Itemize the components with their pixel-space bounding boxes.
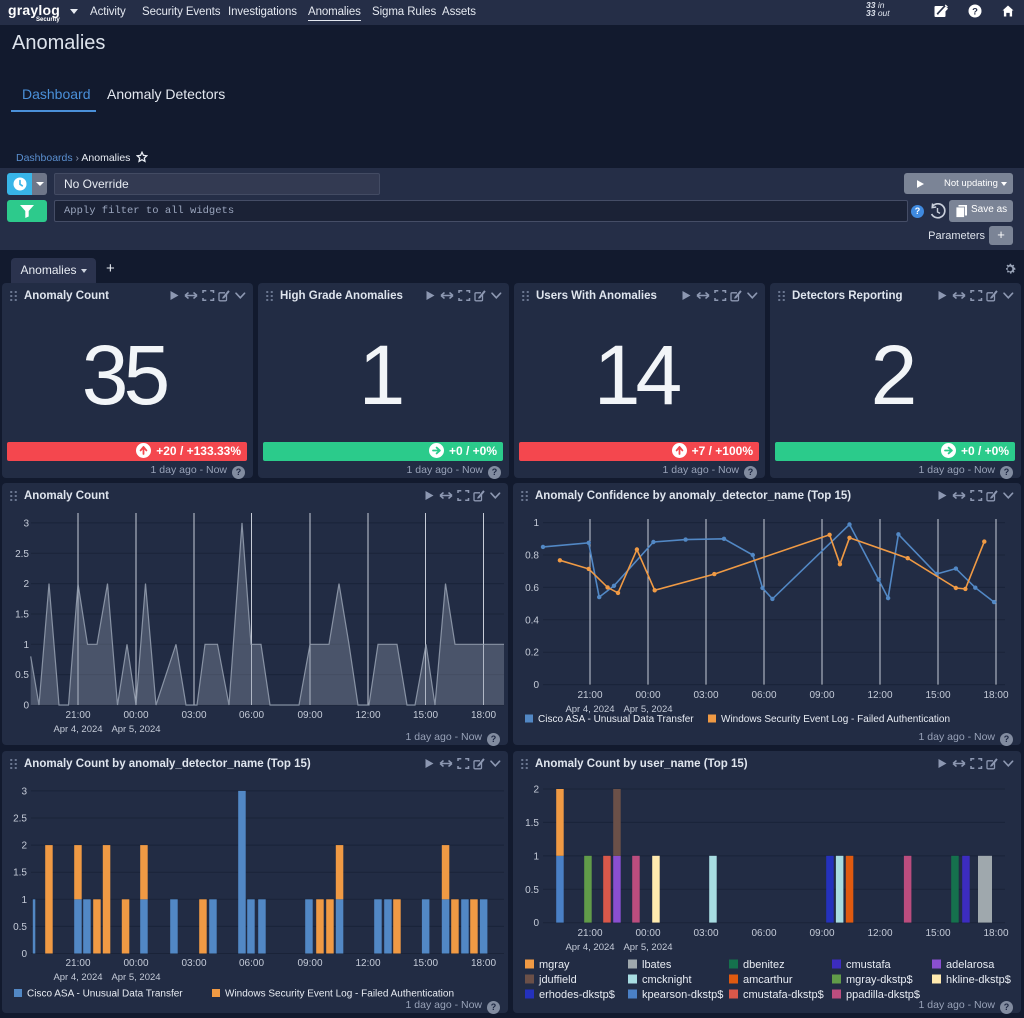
svg-text:00:00: 00:00	[635, 690, 660, 701]
svg-text:lbates: lbates	[642, 959, 672, 971]
svg-text:Cisco ASA - Unusual Data Trans: Cisco ASA - Unusual Data Transfer	[27, 989, 183, 1000]
svg-text:03:00: 03:00	[181, 710, 206, 721]
svg-text:12:00: 12:00	[867, 928, 892, 939]
svg-text:1.5: 1.5	[15, 609, 29, 620]
svg-text:2.5: 2.5	[13, 814, 27, 825]
svg-text:Apr 4, 2024: Apr 4, 2024	[565, 942, 614, 953]
svg-text:21:00: 21:00	[577, 928, 602, 939]
svg-text:?: ?	[972, 7, 978, 18]
svg-text:kpearson-dkstp$: kpearson-dkstp$	[642, 989, 723, 1001]
svg-text:erhodes-dkstp$: erhodes-dkstp$	[539, 989, 615, 1001]
svg-text:cmcknight: cmcknight	[642, 974, 692, 986]
svg-text:0: 0	[533, 680, 539, 691]
svg-text:00:00: 00:00	[123, 958, 148, 969]
svg-text:hkline-dkstp$: hkline-dkstp$	[946, 974, 1011, 986]
svg-text:21:00: 21:00	[577, 690, 602, 701]
svg-text:mgray-dkstp$: mgray-dkstp$	[846, 974, 913, 986]
svg-text:18:00: 18:00	[471, 710, 496, 721]
svg-text:mgray: mgray	[539, 959, 570, 971]
svg-text:3: 3	[21, 786, 27, 797]
svg-text:21:00: 21:00	[65, 958, 90, 969]
svg-text:jduffield: jduffield	[538, 974, 577, 986]
svg-text:Apr 5, 2024: Apr 5, 2024	[111, 972, 160, 983]
svg-text:Windows Security Event Log - F: Windows Security Event Log - Failed Auth…	[721, 714, 950, 725]
svg-text:Apr 5, 2024: Apr 5, 2024	[111, 724, 160, 735]
svg-text:0.6: 0.6	[525, 583, 539, 594]
svg-text:Apr 4, 2024: Apr 4, 2024	[53, 724, 102, 735]
svg-text:0: 0	[23, 701, 29, 712]
svg-text:06:00: 06:00	[751, 690, 776, 701]
svg-text:06:00: 06:00	[751, 928, 776, 939]
svg-text:cmustafa: cmustafa	[846, 959, 892, 971]
svg-text:2.5: 2.5	[15, 549, 29, 560]
svg-text:1.5: 1.5	[525, 818, 539, 829]
svg-text:00:00: 00:00	[635, 928, 660, 939]
svg-text:09:00: 09:00	[809, 928, 834, 939]
svg-text:2: 2	[23, 579, 29, 590]
svg-text:Cisco ASA - Unusual Data Trans: Cisco ASA - Unusual Data Transfer	[538, 714, 694, 725]
svg-text:09:00: 09:00	[297, 958, 322, 969]
svg-text:06:00: 06:00	[239, 958, 264, 969]
svg-text:03:00: 03:00	[693, 690, 718, 701]
svg-text:0.5: 0.5	[525, 885, 539, 896]
svg-text:2: 2	[21, 841, 27, 852]
svg-text:ppadilla-dkstp$: ppadilla-dkstp$	[846, 989, 920, 1001]
svg-text:1: 1	[533, 518, 539, 529]
svg-text:15:00: 15:00	[413, 958, 438, 969]
svg-text:amcarthur: amcarthur	[743, 974, 793, 986]
svg-text:dbenitez: dbenitez	[743, 959, 785, 971]
svg-text:1: 1	[533, 851, 539, 862]
svg-text:03:00: 03:00	[693, 928, 718, 939]
svg-text:0: 0	[533, 918, 539, 929]
svg-text:00:00: 00:00	[123, 710, 148, 721]
svg-text:1.5: 1.5	[13, 868, 27, 879]
svg-text:18:00: 18:00	[983, 690, 1008, 701]
svg-text:09:00: 09:00	[809, 690, 834, 701]
svg-text:2: 2	[533, 785, 539, 796]
svg-text:adelarosa: adelarosa	[946, 959, 995, 971]
svg-text:06:00: 06:00	[239, 710, 264, 721]
svg-text:cmustafa-dkstp$: cmustafa-dkstp$	[743, 989, 824, 1001]
svg-text:12:00: 12:00	[355, 710, 380, 721]
svg-text:Apr 4, 2024: Apr 4, 2024	[53, 972, 102, 983]
svg-text:1: 1	[21, 895, 27, 906]
svg-text:0: 0	[21, 949, 27, 960]
svg-text:12:00: 12:00	[355, 958, 380, 969]
svg-text:0.4: 0.4	[525, 615, 539, 626]
svg-text:Apr 5, 2024: Apr 5, 2024	[623, 942, 672, 953]
svg-text:09:00: 09:00	[297, 710, 322, 721]
svg-text:0.8: 0.8	[525, 551, 539, 562]
svg-text:15:00: 15:00	[925, 690, 950, 701]
svg-text:18:00: 18:00	[471, 958, 496, 969]
svg-text:21:00: 21:00	[65, 710, 90, 721]
svg-text:1: 1	[23, 640, 29, 651]
svg-text:0.5: 0.5	[15, 670, 29, 681]
svg-text:3: 3	[23, 518, 29, 529]
svg-text:Windows Security Event Log - F: Windows Security Event Log - Failed Auth…	[225, 989, 454, 1000]
svg-text:15:00: 15:00	[413, 710, 438, 721]
svg-text:18:00: 18:00	[983, 928, 1008, 939]
svg-text:03:00: 03:00	[181, 958, 206, 969]
svg-text:12:00: 12:00	[867, 690, 892, 701]
svg-text:0.2: 0.2	[525, 648, 539, 659]
svg-text:15:00: 15:00	[925, 928, 950, 939]
svg-text:0.5: 0.5	[13, 922, 27, 933]
